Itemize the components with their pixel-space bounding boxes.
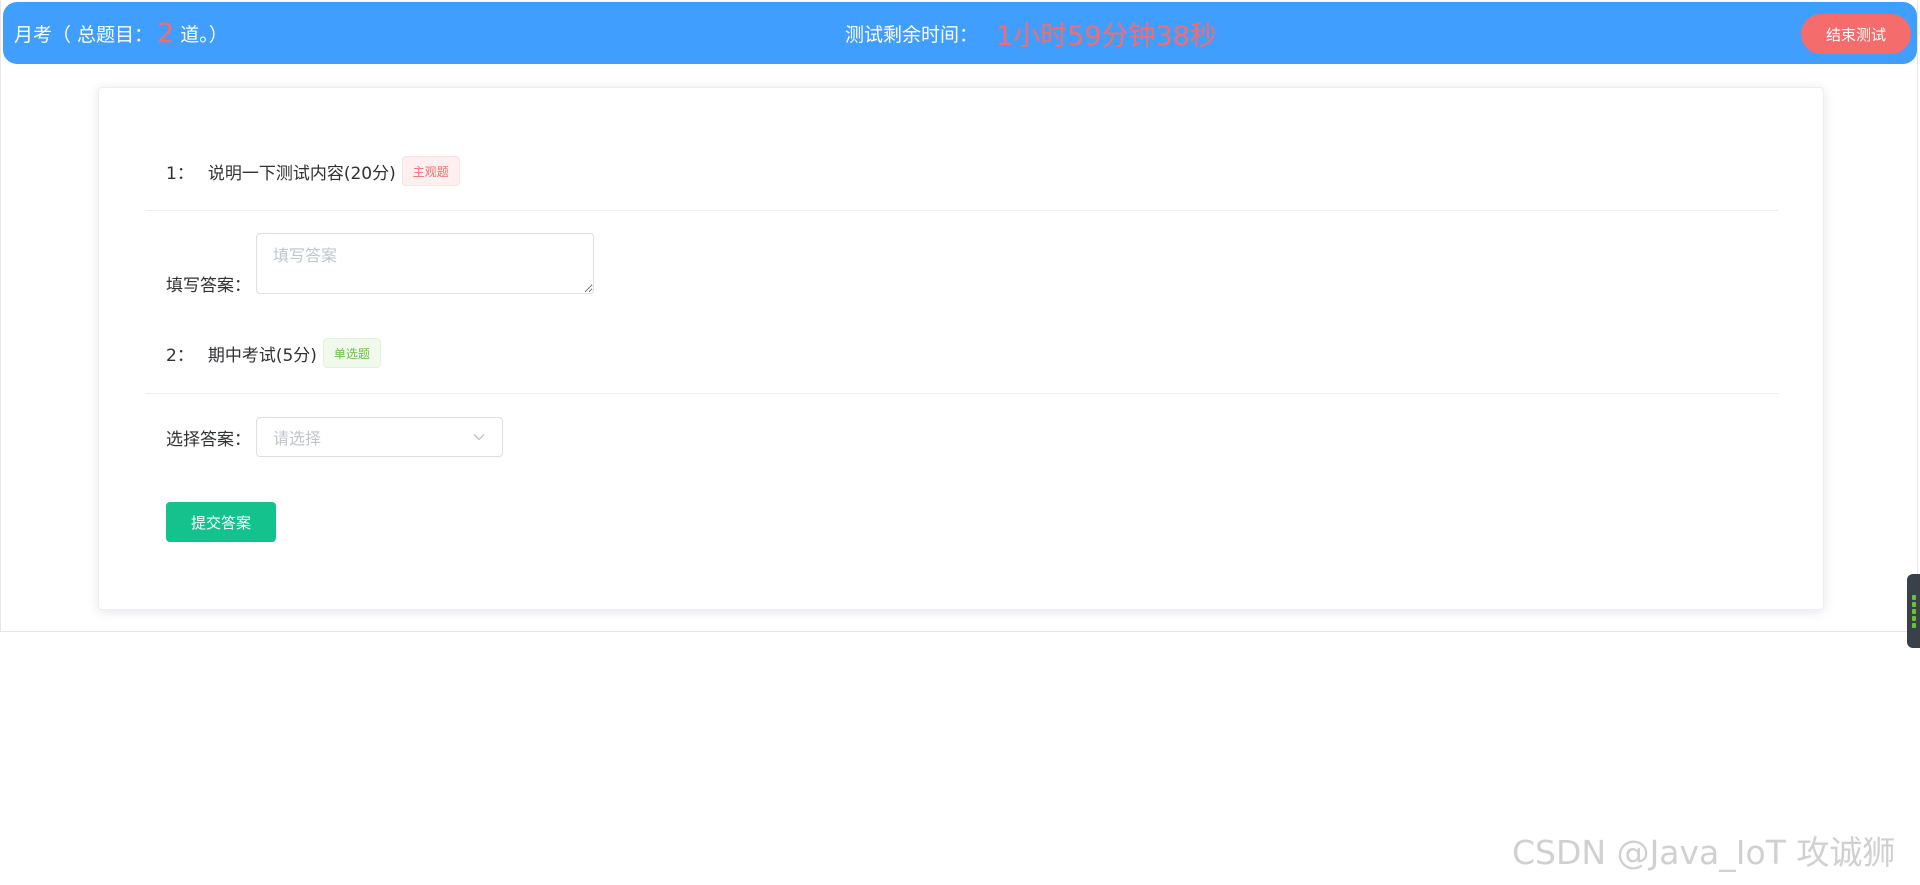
timer-label: 测试剩余时间： [845,23,979,46]
exam-summary: 月考 （ 总题目： 2 道。） [14,2,228,64]
question-2-text: 期中考试(5分) [207,345,317,366]
select-placeholder: 请选择 [273,429,322,448]
widget-bar [1911,608,1916,614]
chevron-down-icon [472,430,486,444]
end-test-button[interactable]: 结束测试 [1801,14,1911,54]
question-2-title: 2： 期中考试(5分) 单选题 [166,338,381,368]
timer-value: 1小时59分钟38秒 [996,20,1217,52]
question-2-divider [145,393,1778,394]
question-1-divider [145,210,1778,211]
question-1-number: 1： [166,163,194,184]
question-2-answer-select[interactable]: 请选择 [256,417,503,457]
question-1-title: 1： 说明一下测试内容(20分) 主观题 [166,156,460,186]
countdown: 测试剩余时间： 1小时59分钟38秒 [845,2,1217,64]
widget-bar [1911,615,1916,621]
exam-header: 月考 （ 总题目： 2 道。） 测试剩余时间： 1小时59分钟38秒 结束测试 [3,2,1917,64]
total-suffix: 道。） [180,23,228,46]
side-monitor-widget[interactable] [1907,574,1920,648]
question-card: 1： 说明一下测试内容(20分) 主观题 填写答案： 2： 期中考试(5分) 单… [98,87,1824,610]
widget-bar [1911,601,1916,607]
widget-bar [1911,622,1916,628]
total-prefix: （ 总题目： [52,23,154,46]
widget-bar [1911,594,1916,600]
submit-answers-button[interactable]: 提交答案 [166,502,276,542]
question-1-text: 说明一下测试内容(20分) [207,163,396,184]
total-question-count: 2 [157,17,175,49]
question-2-answer-label: 选择答案： [166,430,251,450]
watermark: CSDN @Java_IoT 攻诚狮 [1512,833,1896,872]
question-1-answer-label: 填写答案： [166,276,251,296]
question-1-type-tag: 主观题 [401,156,460,186]
question-1-answer-textarea[interactable] [256,233,594,294]
question-2-number: 2： [166,345,194,366]
question-2-type-tag: 单选题 [322,338,381,368]
exam-app: 月考 （ 总题目： 2 道。） 测试剩余时间： 1小时59分钟38秒 结束测试 … [0,0,1918,632]
exam-name: 月考 [14,23,53,46]
